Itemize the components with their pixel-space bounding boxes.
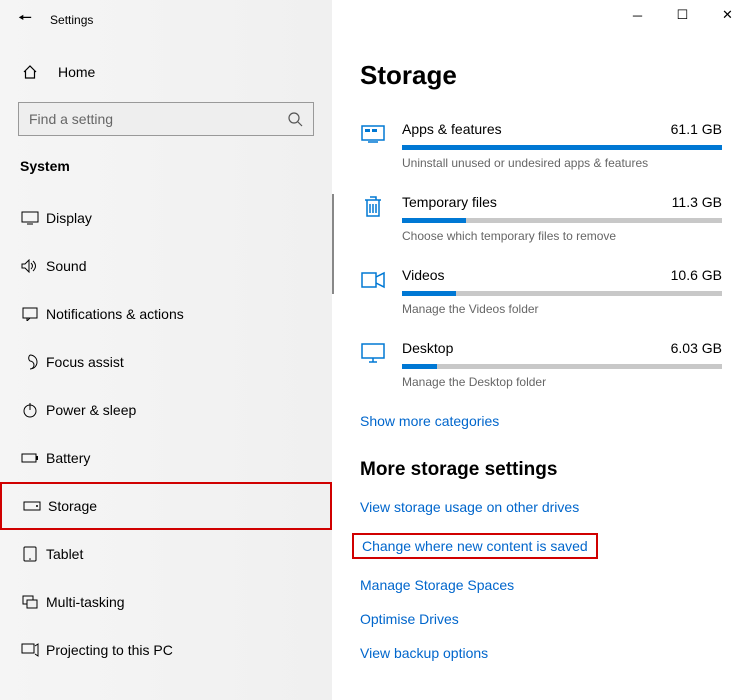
storage-name: Videos [402,267,445,283]
titlebar: 🠔 Settings [0,0,332,40]
storage-bar [402,364,722,369]
nav-label: Multi-tasking [46,594,125,610]
multitask-icon [20,595,40,609]
display-icon [20,211,40,225]
sidebar: 🠔 Settings Home System Display Sound Not… [0,0,332,700]
storage-size: 11.3 GB [672,194,722,210]
storage-item-temp[interactable]: Temporary files 11.3 GB Choose which temp… [360,194,722,243]
section-label: System [0,154,332,174]
storage-desc: Manage the Desktop folder [402,375,722,389]
storage-desc: Uninstall unused or undesired apps & fea… [402,156,722,170]
link-optimise-drives[interactable]: Optimise Drives [360,611,459,627]
sidebar-item-display[interactable]: Display [0,194,332,242]
maximize-button[interactable]: ☐ [660,0,705,30]
link-change-content-location[interactable]: Change where new content is saved [352,533,598,559]
nav-label: Storage [48,498,97,514]
nav-label: Focus assist [46,354,124,370]
storage-name: Apps & features [402,121,502,137]
link-backup-options[interactable]: View backup options [360,645,488,661]
storage-name: Desktop [402,340,453,356]
back-arrow-icon[interactable]: 🠔 [18,7,32,34]
home-icon [20,64,40,80]
trash-icon [360,194,386,220]
sidebar-item-battery[interactable]: Battery [0,434,332,482]
window-title: Settings [50,13,93,27]
focus-icon [20,354,40,370]
bar-fill [402,145,722,150]
videos-icon [360,267,386,293]
close-button[interactable]: ✕ [705,0,750,30]
notifications-icon [20,307,40,321]
search-icon [287,111,303,127]
power-icon [20,402,40,418]
link-list: View storage usage on other drives Chang… [360,499,722,661]
sidebar-item-multi-tasking[interactable]: Multi-tasking [0,578,332,626]
link-storage-spaces[interactable]: Manage Storage Spaces [360,577,514,593]
nav-label: Battery [46,450,90,466]
storage-item-desktop[interactable]: Desktop 6.03 GB Manage the Desktop folder [360,340,722,389]
bar-fill [402,364,437,369]
show-more-link[interactable]: Show more categories [360,413,499,429]
search-box[interactable] [18,102,314,136]
nav-label: Projecting to this PC [46,642,173,658]
storage-size: 6.03 GB [671,340,722,356]
search-input[interactable] [29,111,229,127]
storage-bar [402,291,722,296]
storage-bar [402,145,722,150]
sidebar-item-tablet[interactable]: Tablet [0,530,332,578]
sound-icon [20,259,40,273]
sidebar-item-focus-assist[interactable]: Focus assist [0,338,332,386]
home-label: Home [58,64,95,80]
minimize-button[interactable]: ─ [615,0,660,30]
storage-desc: Choose which temporary files to remove [402,229,722,243]
storage-item-videos[interactable]: Videos 10.6 GB Manage the Videos folder [360,267,722,316]
storage-size: 10.6 GB [671,267,722,283]
nav-label: Power & sleep [46,402,136,418]
storage-bar [402,218,722,223]
desktop-icon [360,340,386,366]
nav-label: Display [46,210,92,226]
nav-list: Display Sound Notifications & actions Fo… [0,194,332,674]
tablet-icon [20,546,40,562]
sidebar-home[interactable]: Home [0,52,332,92]
nav-label: Notifications & actions [46,306,184,322]
project-icon [20,643,40,657]
main-panel: ─ ☐ ✕ Storage Apps & features 61.1 GB Uni… [332,0,750,700]
storage-name: Temporary files [402,194,497,210]
page-heading: Storage [360,60,722,91]
nav-label: Tablet [46,546,83,562]
link-other-drives[interactable]: View storage usage on other drives [360,499,579,515]
storage-icon [22,501,42,511]
bar-fill [402,291,456,296]
more-heading: More storage settings [360,459,722,481]
storage-list: Apps & features 61.1 GB Uninstall unused … [360,121,722,389]
storage-size: 61.1 GB [671,121,722,137]
sidebar-item-power-sleep[interactable]: Power & sleep [0,386,332,434]
window-controls: ─ ☐ ✕ [615,0,750,30]
nav-label: Sound [46,258,86,274]
storage-item-apps[interactable]: Apps & features 61.1 GB Uninstall unused … [360,121,722,170]
sidebar-item-sound[interactable]: Sound [0,242,332,290]
sidebar-item-projecting[interactable]: Projecting to this PC [0,626,332,674]
sidebar-item-notifications[interactable]: Notifications & actions [0,290,332,338]
storage-desc: Manage the Videos folder [402,302,722,316]
apps-icon [360,121,386,147]
sidebar-item-storage[interactable]: Storage [0,482,332,530]
battery-icon [20,452,40,464]
bar-fill [402,218,466,223]
